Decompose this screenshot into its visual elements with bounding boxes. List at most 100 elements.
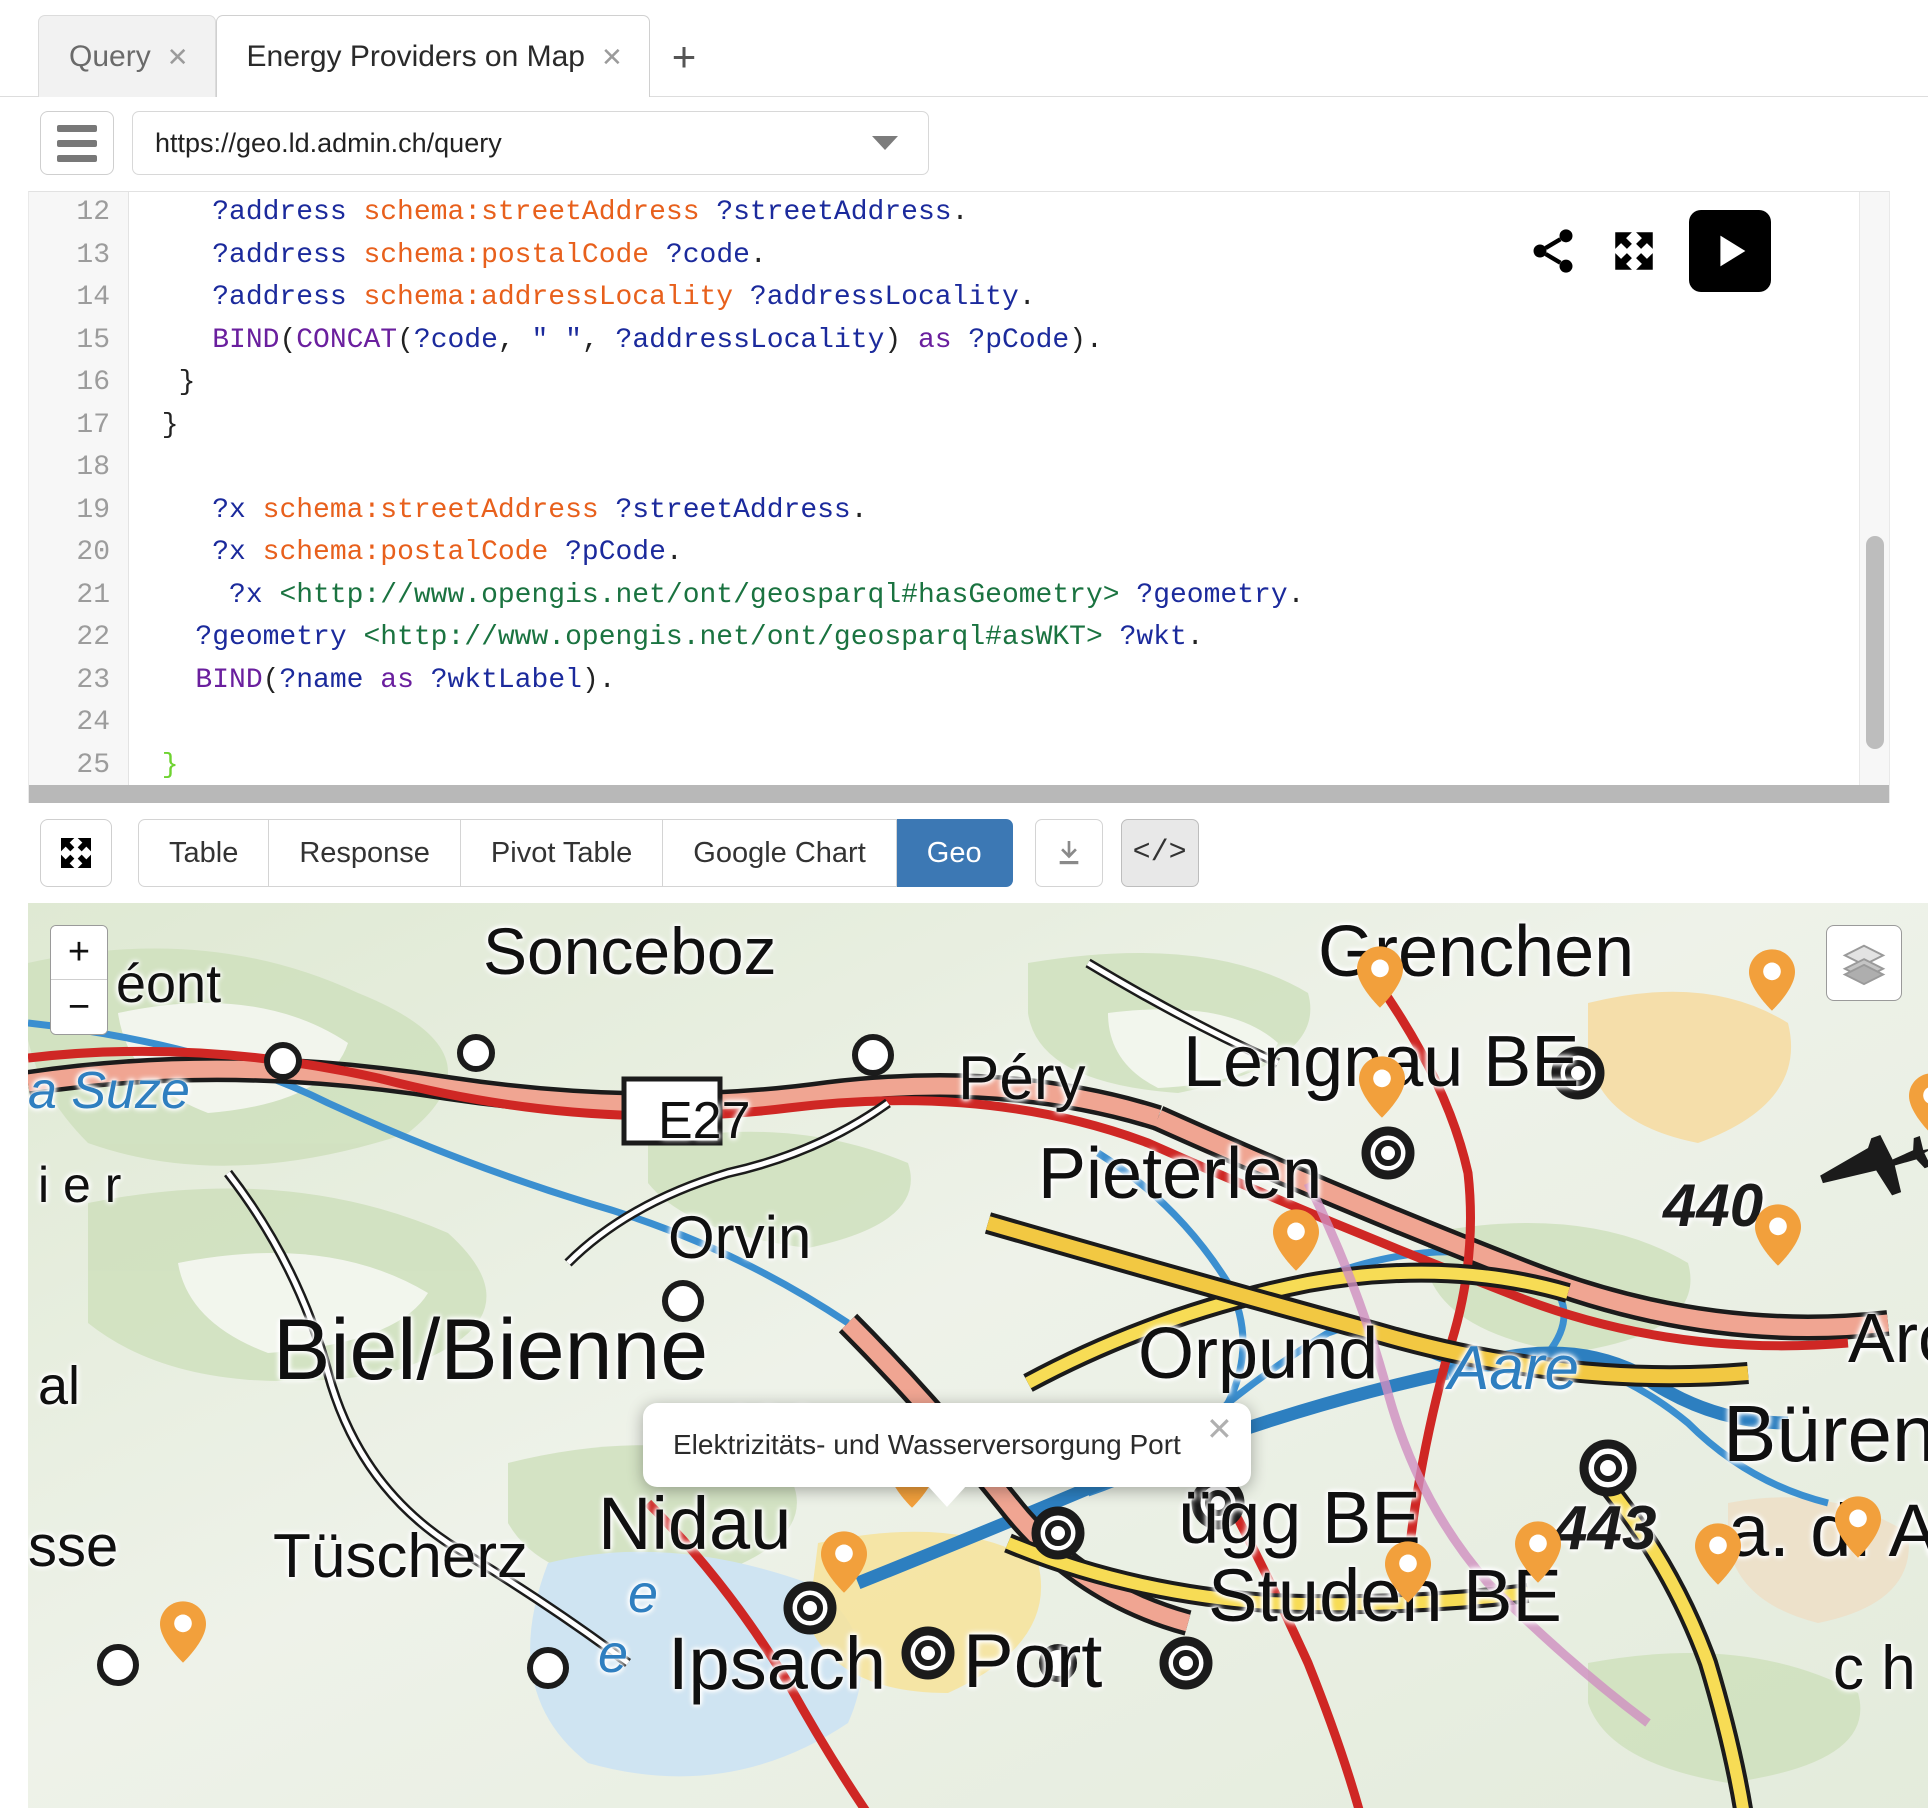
map-marker-pin[interactable] — [1385, 1541, 1431, 1603]
code-token: schema:postalCode — [363, 239, 666, 271]
map-zoom-control: + − — [50, 925, 108, 1035]
tab-energy-providers-on-map[interactable]: Energy Providers on Map ✕ — [215, 15, 650, 97]
zoom-out-button[interactable]: − — [51, 980, 107, 1034]
location-pin-icon — [1755, 1204, 1801, 1266]
run-query-button[interactable] — [1689, 210, 1771, 292]
code-token: <http://www.opengis.net/ont/geosparql#ha… — [279, 579, 1137, 611]
location-pin-icon — [1273, 1209, 1319, 1271]
tab-label: Energy Providers on Map — [246, 39, 586, 73]
code-token: schema:addressLocality — [363, 282, 750, 313]
code-line[interactable]: ?geometry <http://www.opengis.net/ont/ge… — [145, 617, 1859, 660]
code-token: ?pCode — [968, 324, 1070, 356]
location-pin-icon — [1835, 1496, 1881, 1558]
code-line[interactable] — [145, 447, 1859, 490]
show-code-button[interactable]: </> — [1120, 819, 1199, 887]
results-tab-pivot-table[interactable]: Pivot Table — [460, 819, 664, 887]
browser-tab-bar: Query ✕ Energy Providers on Map ✕ + — [0, 0, 1928, 97]
tab-label: Query — [69, 39, 151, 73]
scrollbar-thumb[interactable] — [1866, 535, 1884, 750]
results-tab-google-chart[interactable]: Google Chart — [663, 819, 897, 887]
map-marker-pin[interactable] — [1835, 1496, 1881, 1558]
code-token: ?x — [212, 537, 263, 568]
hamburger-bar — [57, 154, 97, 162]
map-popup[interactable]: Elektrizitäts- und Wasserversorgung Port… — [643, 1403, 1251, 1507]
geo-map[interactable]: é ont Sonceboz Grenchen a Suze Péry Lengnau BE… — [28, 903, 1928, 1808]
code-token: BIND — [212, 324, 280, 356]
hamburger-bar — [57, 139, 97, 147]
chevron-down-icon[interactable] — [872, 136, 898, 150]
code-line[interactable]: } — [145, 362, 1859, 405]
share-icon[interactable] — [1527, 225, 1579, 277]
code-token: ?streetAddress — [615, 494, 851, 526]
close-icon[interactable]: ✕ — [601, 44, 623, 70]
map-marker-pin[interactable] — [1359, 1056, 1405, 1118]
code-token: } — [145, 409, 179, 441]
code-token: ?address — [212, 239, 364, 271]
results-tab-table[interactable]: Table — [138, 819, 270, 887]
endpoint-url-field[interactable]: https://geo.ld.admin.ch/query — [132, 111, 929, 175]
code-token: ( — [262, 664, 280, 696]
map-popup-text: Elektrizitäts- und Wasserversorgung Port — [673, 1429, 1181, 1460]
map-marker-pin[interactable] — [1749, 949, 1795, 1011]
code-line[interactable]: ?x <http://www.opengis.net/ont/geosparql… — [145, 575, 1859, 618]
map-marker-pin[interactable] — [1755, 1204, 1801, 1266]
code-token: } — [145, 367, 196, 398]
code-line[interactable]: } — [145, 745, 1859, 786]
results-toolbar: Table Response Pivot Table Google Chart Geo … — [0, 803, 1928, 903]
map-marker-pin[interactable] — [1273, 1209, 1319, 1271]
map-marker-pin[interactable] — [1515, 1521, 1561, 1583]
line-number: 14 — [76, 282, 110, 313]
close-icon[interactable]: ✕ — [1206, 1413, 1233, 1445]
code-line[interactable]: BIND(CONCAT(?code, " ", ?addressLocality… — [145, 320, 1859, 363]
code-token: . — [850, 494, 868, 526]
editor-horizontal-scrollbar[interactable] — [29, 785, 1889, 803]
add-tab-button[interactable]: + — [650, 36, 719, 96]
close-icon[interactable]: ✕ — [167, 44, 189, 70]
fullscreen-icon[interactable] — [1609, 226, 1659, 276]
location-pin-icon — [1749, 949, 1795, 1011]
code-line[interactable]: ?x schema:streetAddress ?streetAddress. — [145, 490, 1859, 533]
code-token: schema:streetAddress — [363, 197, 717, 228]
code-token: . — [1186, 622, 1204, 653]
tab-query[interactable]: Query ✕ — [38, 15, 216, 97]
line-number: 21 — [76, 579, 110, 611]
zoom-in-button[interactable]: + — [51, 926, 107, 980]
code-token: . — [1018, 282, 1036, 313]
code-token: . — [749, 239, 767, 271]
code-line[interactable] — [145, 702, 1859, 745]
hamburger-icon[interactable] — [40, 111, 114, 175]
code-token: . — [665, 537, 683, 568]
endpoint-bar: https://geo.ld.admin.ch/query — [0, 97, 1928, 191]
code-line[interactable]: BIND(?name as ?wktLabel). — [145, 660, 1859, 703]
map-layers-button[interactable] — [1826, 925, 1902, 1001]
results-tab-response[interactable]: Response — [269, 819, 461, 887]
location-pin-icon — [160, 1601, 206, 1663]
code-token: ?address — [212, 197, 364, 228]
results-fullscreen-button[interactable] — [40, 819, 112, 887]
results-tab-geo[interactable]: Geo — [896, 819, 1013, 887]
code-token: as — [918, 324, 952, 356]
editor-vertical-scrollbar[interactable] — [1859, 192, 1889, 785]
editor-action-buttons — [1527, 210, 1771, 292]
sparql-editor[interactable]: 121314151617181920212223242526 ?address … — [28, 191, 1890, 803]
code-line[interactable]: ?x schema:postalCode ?pCode. — [145, 532, 1859, 575]
line-number: 16 — [76, 367, 110, 398]
download-button[interactable] — [1034, 819, 1103, 887]
line-number: 20 — [76, 537, 110, 568]
map-marker-pin[interactable] — [1909, 1073, 1928, 1135]
map-marker-pin[interactable] — [160, 1601, 206, 1663]
map-marker-pin[interactable] — [821, 1531, 867, 1593]
map-marker-pin[interactable] — [1357, 946, 1403, 1008]
map-marker-pin[interactable] — [1695, 1523, 1741, 1585]
endpoint-url-value: https://geo.ld.admin.ch/query — [155, 127, 502, 158]
code-line[interactable]: } — [145, 405, 1859, 448]
code-token: ?geometry — [195, 622, 364, 653]
location-pin-icon — [1909, 1073, 1928, 1131]
code-token: ?code — [413, 324, 498, 356]
